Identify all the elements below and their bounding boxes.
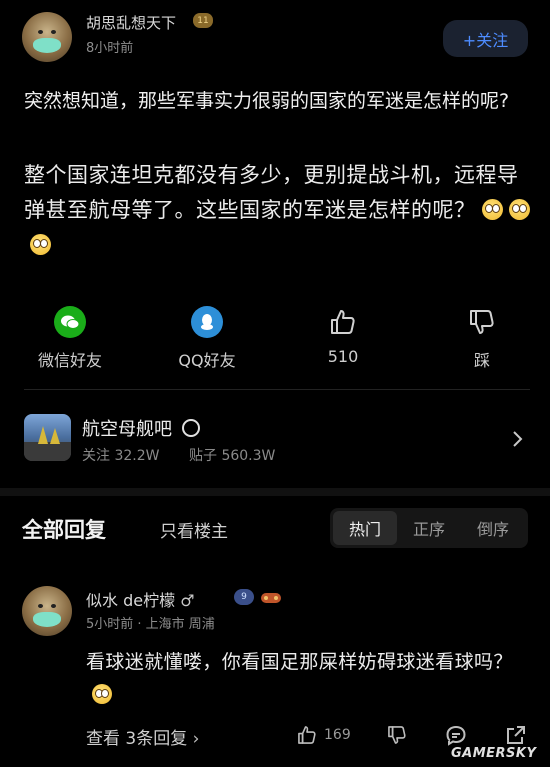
share-icon: [507, 726, 525, 744]
qq-icon: [191, 306, 223, 338]
emoji-icon: [481, 199, 503, 220]
forum-avatar: [24, 414, 71, 461]
comment-text-content: 看球迷就懂喽，你看国足那屎样妨碍球迷看球吗？: [86, 651, 513, 673]
level-badge: 11: [193, 13, 213, 28]
commenter-name-text: 似水 de柠檬: [86, 591, 176, 610]
share-wechat-button[interactable]: 微信好友: [30, 306, 110, 371]
section-divider: [0, 488, 550, 496]
sort-toggle: 热门 正序 倒序: [330, 508, 528, 548]
planet-icon: [181, 419, 200, 437]
emoji-icon: [508, 199, 530, 220]
forum-card[interactable]: 航空母舰吧 关注 32.2W 贴子 560.3W: [0, 400, 550, 480]
thumbs-up-icon: [327, 306, 359, 338]
comment-like-count: 169: [324, 727, 351, 743]
qq-label: QQ好友: [178, 351, 236, 370]
sort-desc-button[interactable]: 倒序: [461, 511, 525, 545]
commenter-level: 9: [241, 592, 247, 602]
commenter-avatar[interactable]: [22, 586, 72, 636]
only-op-tab[interactable]: 只看楼主: [160, 517, 228, 542]
commenter-name[interactable]: 似水 de柠檬 ♂: [86, 587, 195, 611]
thumbs-up-icon: [298, 726, 316, 744]
forum-posts: 贴子 560.3W: [189, 448, 276, 464]
sort-hot-button[interactable]: 热门: [333, 511, 397, 545]
all-replies-tab[interactable]: 全部回复: [22, 514, 106, 544]
author-name[interactable]: 胡思乱想天下: [86, 12, 176, 33]
thumbs-down-icon: [466, 306, 498, 338]
comment-meta: 5小时前 · 上海市 周浦: [86, 617, 215, 632]
share-qq-button[interactable]: QQ好友: [167, 306, 247, 371]
post-body: 整个国家连坦克都没有多少，更别提战斗机，远程导弹甚至航母等了。这些国家的军迷是怎…: [24, 158, 530, 263]
chevron-right-icon: [512, 430, 524, 452]
smile-emoji-icon: [92, 684, 112, 704]
follow-button[interactable]: +关注: [443, 20, 528, 57]
view-replies-text: 查看 3条回复: [86, 729, 188, 749]
author-avatar[interactable]: [22, 12, 72, 62]
comment-dislike-button[interactable]: [386, 724, 408, 746]
dislike-label: 踩: [473, 351, 490, 370]
comment-text: 看球迷就懂喽，你看国足那屎样妨碍球迷看球吗？: [86, 646, 530, 712]
like-button[interactable]: 510: [303, 306, 383, 366]
post-time: 8小时前: [86, 41, 134, 56]
divider: [24, 389, 530, 390]
comment-reply-button[interactable]: [445, 724, 467, 746]
comment-share-button[interactable]: [505, 724, 527, 746]
gamepad-icon: [260, 590, 282, 609]
watermark: GAMERSKY: [451, 746, 537, 761]
post-body-text: 整个国家连坦克都没有多少，更别提战斗机，远程导弹甚至航母等了。这些国家的军迷是怎…: [24, 163, 519, 222]
forum-name-text: 航空母舰吧: [82, 419, 172, 440]
comment-icon: [446, 725, 466, 746]
thumbs-down-icon: [388, 726, 406, 744]
forum-followers: 关注 32.2W: [82, 448, 160, 464]
view-replies-link[interactable]: 查看 3条回复 ›: [86, 724, 199, 749]
chevron-right-icon: ›: [192, 729, 200, 749]
dislike-button[interactable]: 踩: [442, 306, 522, 371]
commenter-level-badge: 9: [234, 589, 254, 605]
comment-like-button[interactable]: 169: [296, 724, 351, 746]
forum-name: 航空母舰吧: [82, 415, 200, 441]
male-icon: ♂: [180, 591, 195, 610]
emoji-icon: [30, 234, 51, 255]
sort-asc-button[interactable]: 正序: [397, 511, 461, 545]
like-count: 510: [327, 347, 359, 366]
wechat-icon: [54, 306, 86, 338]
post-title: 突然想知道，那些军事实力很弱的国家的军迷是怎样的呢?: [24, 90, 510, 112]
wechat-label: 微信好友: [37, 351, 102, 370]
